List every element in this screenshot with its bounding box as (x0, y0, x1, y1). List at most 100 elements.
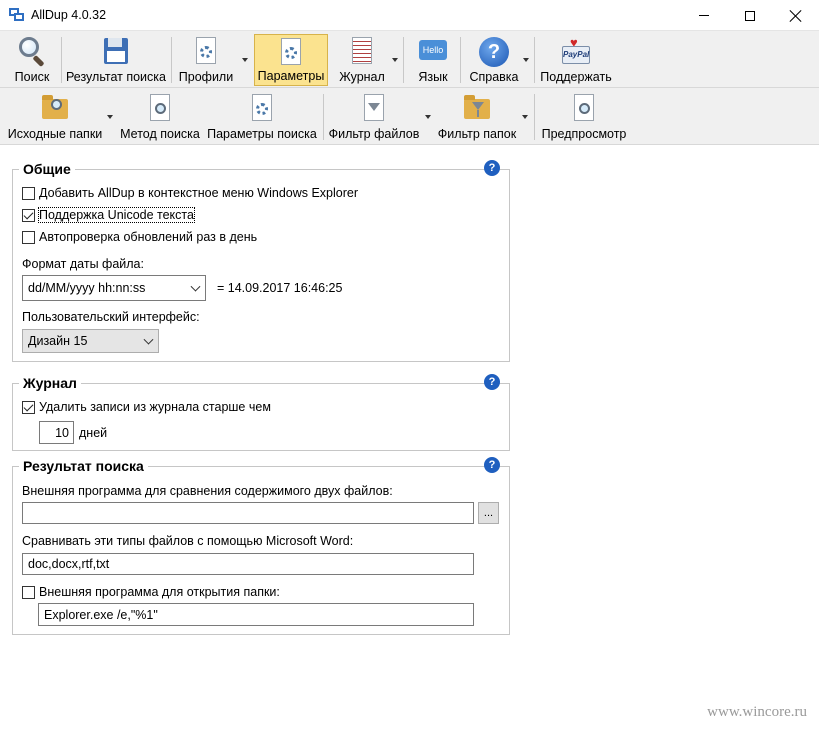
folder-filter-icon (461, 93, 493, 125)
hello-language-icon: Hello (417, 36, 449, 68)
profiles-dropdown-arrow[interactable] (239, 34, 251, 86)
file-filter-icon (358, 93, 390, 125)
settings-button[interactable]: Параметры (254, 34, 328, 86)
folder-filter-button[interactable]: Фильтр папок (436, 91, 518, 143)
watermark: www.wincore.ru (707, 704, 807, 720)
settings-toolbar: Исходные папки Метод поиска Параметры по… (0, 88, 819, 145)
chevron-down-icon (190, 281, 201, 292)
search-button-label: Поиск (14, 70, 50, 84)
main-toolbar: Поиск Результат поиска Профили Параметры… (0, 31, 819, 88)
help-icon: ? (478, 36, 510, 68)
word-types-label: Сравнивать эти типы файлов с помощью Mic… (22, 534, 354, 548)
file-filter-button[interactable]: Фильтр файлов (328, 91, 420, 143)
minimize-button[interactable] (681, 0, 727, 31)
close-icon (790, 10, 802, 22)
journal-help-icon[interactable]: ? (484, 374, 500, 390)
folder-filter-dropdown-arrow[interactable] (519, 91, 531, 143)
help-button[interactable]: ? Справка (466, 34, 522, 86)
context-menu-option[interactable]: Добавить AllDup в контекстное меню Windo… (22, 186, 358, 200)
days-input[interactable]: 10 (39, 421, 74, 444)
ui-design-value: Дизайн 15 (28, 334, 88, 348)
results-help-icon[interactable]: ? (484, 457, 500, 473)
app-icon (9, 8, 25, 22)
journal-title: Журнал (19, 375, 81, 391)
language-label: Язык (418, 70, 448, 84)
compare-program-input[interactable] (22, 502, 474, 524)
general-title: Общие (19, 161, 75, 177)
donate-label: Поддержать (540, 70, 612, 84)
autoupdate-label: Автопроверка обновлений раз в день (39, 230, 258, 244)
source-folders-dropdown-arrow[interactable] (104, 91, 116, 143)
maximize-icon (745, 10, 755, 21)
date-preview: = 14.09.2017 16:46:25 (217, 281, 343, 295)
paypal-icon: ♥ PayPal (560, 36, 592, 68)
profiles-label: Профили (178, 70, 234, 84)
unicode-option[interactable]: Поддержка Unicode текста (22, 207, 195, 223)
profiles-button[interactable]: Профили (174, 34, 238, 86)
preview-icon (568, 93, 600, 125)
settings-gear-icon (275, 37, 307, 69)
search-method-button[interactable]: Метод поиска (120, 91, 200, 143)
file-filter-label: Фильтр файлов (328, 127, 420, 141)
journal-group: Журнал ? Удалить записи из журнала старш… (12, 374, 510, 451)
preview-label: Предпросмотр (541, 127, 627, 141)
browse-button[interactable]: ... (478, 502, 499, 524)
search-method-label: Метод поиска (120, 127, 200, 141)
maximize-button[interactable] (727, 0, 773, 31)
date-format-value: dd/MM/yyyy hh:nn:ss (28, 281, 146, 295)
help-dropdown-arrow[interactable] (520, 34, 532, 86)
unicode-checkbox[interactable] (22, 208, 35, 222)
ui-label: Пользовательский интерфейс: (22, 310, 200, 324)
search-options-button[interactable]: Параметры поиска (206, 91, 318, 143)
date-format-label: Формат даты файла: (22, 257, 144, 271)
results-group: Результат поиска ? Внешняя программа для… (12, 457, 510, 635)
word-types-input[interactable]: doc,docx,rtf,txt (22, 553, 474, 575)
journal-button[interactable]: Журнал (334, 34, 390, 86)
compare-label: Внешняя программа для сравнения содержим… (22, 484, 393, 498)
help-label: Справка (469, 70, 519, 84)
folder-search-icon (39, 93, 71, 125)
save-disk-icon (100, 36, 132, 68)
search-button[interactable]: Поиск (6, 34, 58, 86)
search-options-icon (246, 93, 278, 125)
context-menu-label: Добавить AllDup в контекстное меню Windo… (39, 186, 359, 200)
title-bar: AllDup 4.0.32 (0, 0, 819, 31)
days-unit: дней (79, 426, 108, 440)
source-folders-label: Исходные папки (7, 127, 103, 141)
autoupdate-option[interactable]: Автопроверка обновлений раз в день (22, 230, 257, 244)
source-folders-button[interactable]: Исходные папки (6, 91, 104, 143)
open-folder-option[interactable]: Внешняя программа для открытия папки: (22, 585, 280, 599)
window-title: AllDup 4.0.32 (31, 8, 107, 22)
search-magnifier-icon (16, 36, 48, 68)
search-results-button[interactable]: Результат поиска (64, 34, 168, 86)
file-filter-dropdown-arrow[interactable] (422, 91, 434, 143)
close-button[interactable] (773, 0, 819, 31)
journal-label: Журнал (339, 70, 385, 84)
search-options-label: Параметры поиска (207, 127, 317, 141)
results-title: Результат поиска (19, 458, 148, 474)
journal-icon (346, 36, 378, 68)
search-results-label: Результат поиска (66, 70, 166, 84)
open-folder-value: Explorer.exe /e,"%1" (44, 607, 158, 622)
open-folder-label: Внешняя программа для открытия папки: (39, 585, 280, 599)
context-menu-checkbox[interactable] (22, 186, 35, 200)
general-help-icon[interactable]: ? (484, 160, 500, 176)
search-method-icon (144, 93, 176, 125)
donate-button[interactable]: ♥ PayPal Поддержать (540, 34, 612, 86)
settings-label: Параметры (257, 69, 325, 83)
days-value: 10 (55, 425, 69, 440)
autoupdate-checkbox[interactable] (22, 230, 35, 244)
chevron-down-icon (143, 334, 154, 345)
delete-old-checkbox[interactable] (22, 400, 35, 414)
preview-button[interactable]: Предпросмотр (540, 91, 628, 143)
folder-filter-label: Фильтр папок (437, 127, 517, 141)
open-folder-checkbox[interactable] (22, 585, 35, 599)
delete-old-label: Удалить записи из журнала старше чем (39, 400, 271, 414)
date-format-select[interactable]: dd/MM/yyyy hh:nn:ss (22, 275, 206, 301)
journal-dropdown-arrow[interactable] (389, 34, 401, 86)
language-button[interactable]: Hello Язык (410, 34, 456, 86)
unicode-label: Поддержка Unicode текста (38, 207, 195, 223)
open-folder-input[interactable]: Explorer.exe /e,"%1" (38, 603, 474, 626)
ui-design-select[interactable]: Дизайн 15 (22, 329, 159, 353)
delete-old-option[interactable]: Удалить записи из журнала старше чем (22, 400, 271, 414)
